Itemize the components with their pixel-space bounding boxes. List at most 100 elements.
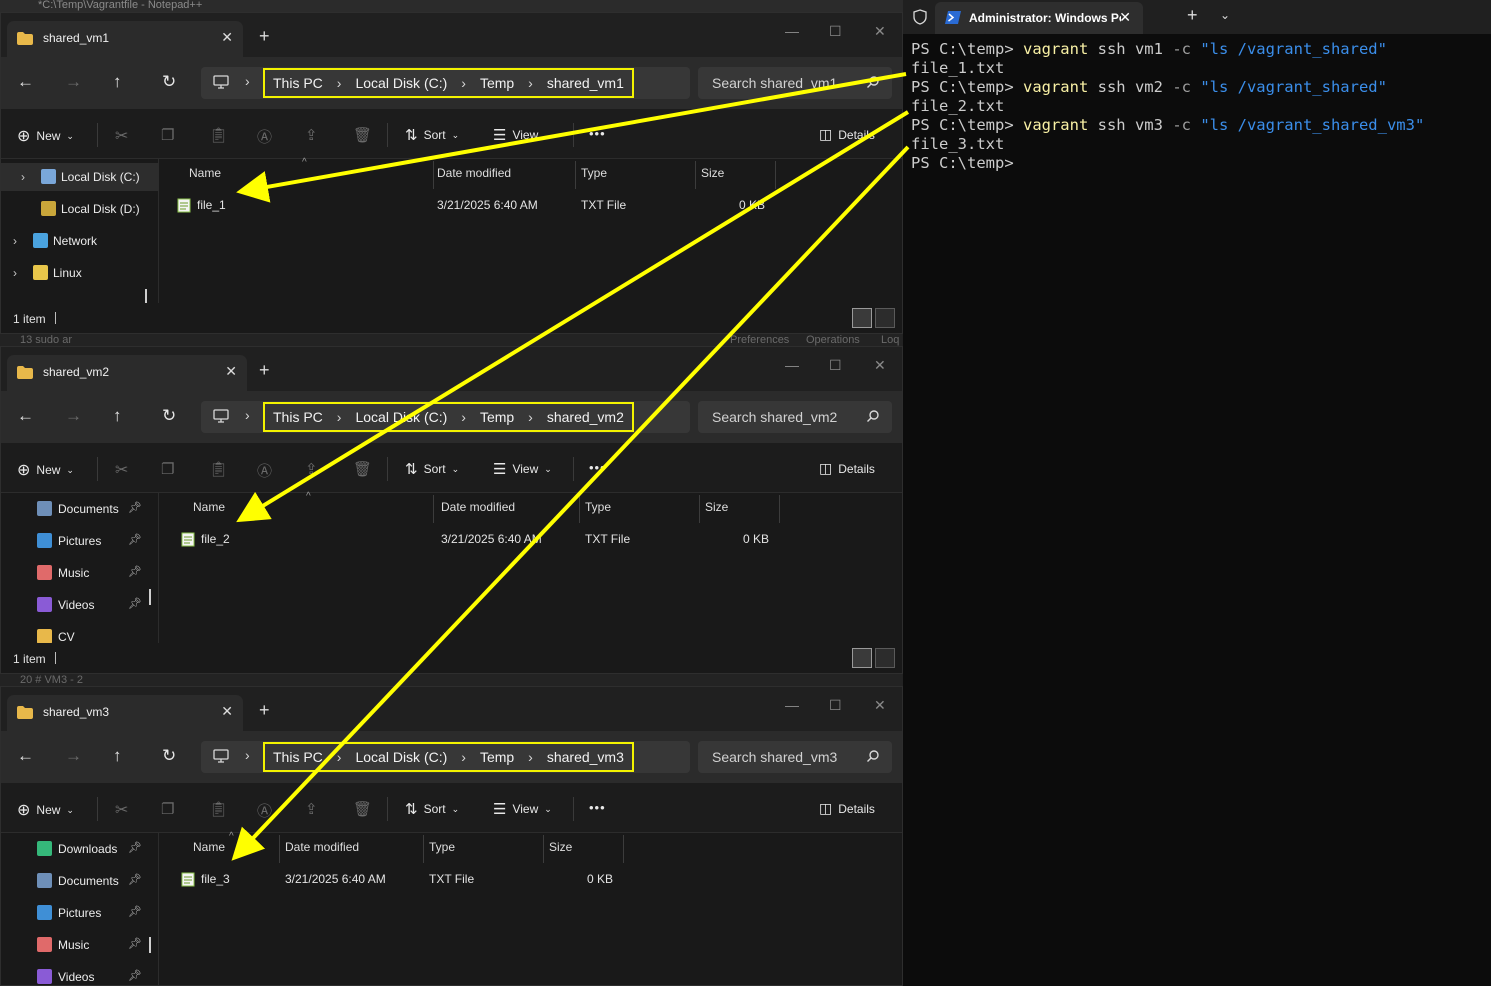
up-arrow-icon[interactable]: ↑ bbox=[113, 747, 122, 765]
breadcrumb-item[interactable]: Local Disk (C:) bbox=[355, 75, 447, 91]
breadcrumb-item[interactable]: shared_vm1 bbox=[547, 75, 624, 91]
up-arrow-icon[interactable]: ↑ bbox=[113, 73, 122, 91]
rename-icon[interactable]: Ⓐ bbox=[257, 460, 272, 481]
address-bar[interactable]: › This PC › Local Disk (C:) › Temp › shared_vm… bbox=[201, 67, 690, 99]
address-bar[interactable]: › This PC › Local Disk (C:) › Temp › shared_vm… bbox=[201, 401, 690, 433]
details-pane-button[interactable]: ◫ Details bbox=[819, 126, 875, 143]
nav-item-local-disk-d[interactable]: Local Disk (D:) bbox=[1, 195, 159, 223]
nav-item-network[interactable]: › Network bbox=[1, 227, 159, 255]
explorer-tab[interactable]: shared_vm1 ✕ bbox=[7, 21, 243, 57]
cut-icon[interactable]: ✂ bbox=[115, 800, 128, 820]
file-row[interactable]: file_2 3/21/2025 6:40 AM TXT File 0 KB bbox=[159, 529, 902, 551]
new-button[interactable]: ⊕ New ⌄ bbox=[17, 126, 74, 146]
more-options-button[interactable]: ••• bbox=[589, 460, 606, 475]
copy-icon[interactable]: ❐ bbox=[161, 460, 174, 478]
minimize-button[interactable]: — bbox=[785, 23, 799, 39]
scrollbar-thumb[interactable] bbox=[149, 589, 151, 605]
details-view-button[interactable] bbox=[852, 308, 872, 328]
up-arrow-icon[interactable]: ↑ bbox=[113, 407, 122, 425]
nav-item-pictures[interactable]: Pictures 📌︎ bbox=[1, 899, 159, 927]
column-header-name[interactable]: Name bbox=[193, 840, 225, 854]
breadcrumb-separator-icon[interactable]: › bbox=[461, 749, 466, 765]
details-pane-button[interactable]: ◫ Details bbox=[819, 800, 875, 817]
search-box[interactable]: Search shared_vm2 bbox=[698, 401, 892, 433]
close-tab-icon[interactable]: ✕ bbox=[225, 363, 237, 380]
back-arrow-icon[interactable]: ← bbox=[17, 747, 34, 765]
column-divider[interactable] bbox=[433, 495, 434, 523]
file-row[interactable]: file_1 3/21/2025 6:40 AM TXT File 0 KB bbox=[159, 195, 902, 217]
column-divider[interactable] bbox=[423, 835, 424, 863]
powershell-terminal[interactable]: Administrator: Windows PowerShell ✕ + ⌄ … bbox=[903, 0, 1491, 986]
breadcrumb-item[interactable]: shared_vm3 bbox=[547, 749, 624, 765]
cut-icon[interactable]: ✂ bbox=[115, 460, 128, 480]
column-divider[interactable] bbox=[279, 835, 280, 863]
column-header-type[interactable]: Type bbox=[585, 500, 611, 514]
nav-item-pictures[interactable]: Pictures 📌︎ bbox=[1, 527, 159, 555]
paste-icon[interactable]: 📋︎ bbox=[209, 800, 228, 818]
paste-icon[interactable]: 📋︎ bbox=[209, 460, 228, 478]
copy-icon[interactable]: ❐ bbox=[161, 126, 174, 144]
breadcrumb-item[interactable]: Local Disk (C:) bbox=[355, 749, 447, 765]
nav-item-music[interactable]: Music 📌︎ bbox=[1, 559, 159, 587]
maximize-button[interactable]: ☐ bbox=[829, 23, 842, 40]
maximize-button[interactable]: ☐ bbox=[829, 697, 842, 714]
refresh-icon[interactable]: ↻ bbox=[162, 747, 176, 765]
view-button[interactable]: ☰ View ⌄ bbox=[493, 126, 552, 144]
expand-chevron-icon[interactable]: › bbox=[13, 234, 17, 248]
paste-icon[interactable]: 📋︎ bbox=[209, 126, 228, 144]
nav-item-downloads[interactable]: Downloads 📌︎ bbox=[1, 835, 159, 863]
dropdown-chevron-icon[interactable]: ⌄ bbox=[1220, 8, 1230, 22]
expand-chevron-icon[interactable]: › bbox=[21, 170, 25, 184]
refresh-icon[interactable]: ↻ bbox=[162, 407, 176, 425]
new-tab-button[interactable]: + bbox=[1187, 5, 1198, 26]
breadcrumb-separator-icon[interactable]: › bbox=[461, 409, 466, 425]
breadcrumb-item[interactable]: shared_vm2 bbox=[547, 409, 624, 425]
sort-button[interactable]: ⇅ Sort ⌄ bbox=[405, 126, 459, 144]
refresh-icon[interactable]: ↻ bbox=[162, 73, 176, 91]
column-header-date[interactable]: Date modified bbox=[437, 166, 511, 180]
cut-icon[interactable]: ✂ bbox=[115, 126, 128, 146]
copy-icon[interactable]: ❐ bbox=[161, 800, 174, 818]
address-bar[interactable]: › This PC › Local Disk (C:) › Temp › shared_vm… bbox=[201, 741, 690, 773]
nav-item-linux[interactable]: › Linux bbox=[1, 259, 159, 287]
column-header-date[interactable]: Date modified bbox=[285, 840, 359, 854]
column-divider[interactable] bbox=[579, 495, 580, 523]
column-header-size[interactable]: Size bbox=[705, 500, 728, 514]
column-header-size[interactable]: Size bbox=[701, 166, 724, 180]
new-tab-button[interactable]: + bbox=[259, 361, 270, 379]
breadcrumb-item[interactable]: Temp bbox=[480, 409, 514, 425]
column-divider[interactable] bbox=[543, 835, 544, 863]
breadcrumb-separator-icon[interactable]: › bbox=[528, 75, 533, 91]
file-row[interactable]: file_3 3/21/2025 6:40 AM TXT File 0 KB bbox=[159, 869, 902, 891]
rename-icon[interactable]: Ⓐ bbox=[257, 800, 272, 821]
back-arrow-icon[interactable]: ← bbox=[17, 73, 34, 91]
minimize-button[interactable]: — bbox=[785, 357, 799, 373]
breadcrumb-separator-icon[interactable]: › bbox=[528, 409, 533, 425]
column-header-type[interactable]: Type bbox=[429, 840, 455, 854]
nav-item-documents[interactable]: Documents 📌︎ bbox=[1, 867, 159, 895]
scrollbar-thumb[interactable] bbox=[149, 937, 151, 953]
view-button[interactable]: ☰ View ⌄ bbox=[493, 460, 552, 478]
sort-button[interactable]: ⇅ Sort ⌄ bbox=[405, 460, 459, 478]
breadcrumb-item[interactable]: This PC bbox=[273, 749, 323, 765]
details-view-button[interactable] bbox=[852, 648, 872, 668]
minimize-button[interactable]: — bbox=[785, 697, 799, 713]
view-button[interactable]: ☰ View ⌄ bbox=[493, 800, 552, 818]
explorer-tab[interactable]: shared_vm2 ✕ bbox=[7, 355, 247, 391]
column-divider[interactable] bbox=[699, 495, 700, 523]
nav-item-videos[interactable]: Videos 📌︎ bbox=[1, 591, 159, 619]
expand-chevron-icon[interactable]: › bbox=[13, 266, 17, 280]
breadcrumb-separator-icon[interactable]: › bbox=[337, 749, 342, 765]
nav-item-music[interactable]: Music 📌︎ bbox=[1, 931, 159, 959]
close-tab-icon[interactable]: ✕ bbox=[221, 29, 233, 46]
new-tab-button[interactable]: + bbox=[259, 701, 270, 719]
column-divider[interactable] bbox=[779, 495, 780, 523]
breadcrumb-separator-icon[interactable]: › bbox=[528, 749, 533, 765]
forward-arrow-icon[interactable]: → bbox=[65, 747, 82, 765]
forward-arrow-icon[interactable]: → bbox=[65, 73, 82, 91]
column-header-type[interactable]: Type bbox=[581, 166, 607, 180]
new-tab-button[interactable]: + bbox=[259, 27, 270, 45]
nav-item-local-disk-c[interactable]: › Local Disk (C:) bbox=[1, 163, 159, 191]
delete-icon[interactable]: 🗑︎ bbox=[353, 460, 372, 478]
details-pane-button[interactable]: ◫ Details bbox=[819, 460, 875, 477]
